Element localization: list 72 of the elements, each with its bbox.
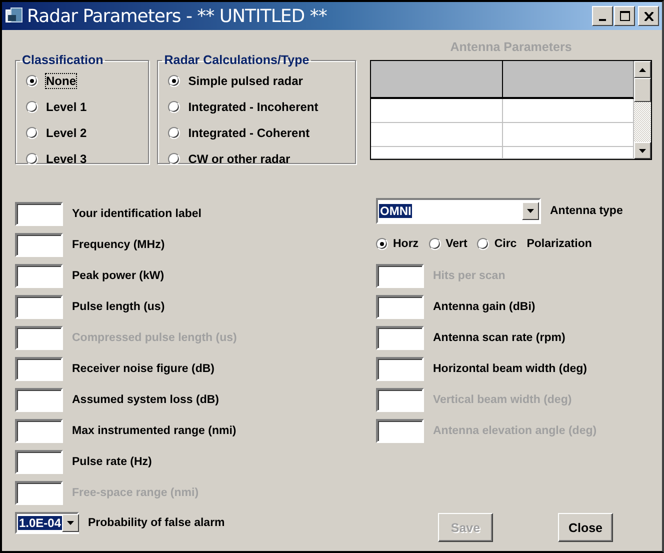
input-field[interactable] bbox=[376, 356, 424, 380]
maximize-icon bbox=[620, 11, 630, 21]
radio-button[interactable] bbox=[168, 127, 180, 139]
minimize-icon bbox=[599, 18, 606, 20]
radio-label[interactable]: Horz bbox=[393, 238, 419, 250]
field-label: Receiver noise figure (dB) bbox=[72, 362, 215, 374]
input-field[interactable] bbox=[376, 294, 424, 318]
field-label: Pulse rate (Hz) bbox=[72, 456, 152, 468]
field-label: Antenna scan rate (rpm) bbox=[433, 332, 566, 344]
radio-button[interactable] bbox=[477, 238, 490, 250]
radio-button[interactable] bbox=[26, 75, 38, 87]
false-alarm-dropdown[interactable]: 1.0E-04 bbox=[15, 512, 79, 534]
scroll-up-button[interactable] bbox=[634, 61, 651, 78]
radio-label[interactable]: CW or other radar bbox=[188, 152, 290, 166]
input-field[interactable] bbox=[15, 294, 63, 318]
scrollbar[interactable] bbox=[634, 61, 651, 159]
window-title: Radar Parameters - ** UNTITLED ** bbox=[27, 6, 328, 26]
radio-button[interactable] bbox=[26, 153, 38, 165]
dropdown-arrow-icon bbox=[67, 521, 74, 525]
radio-label[interactable]: Integrated - Coherent bbox=[188, 126, 310, 140]
input-field[interactable] bbox=[15, 388, 63, 412]
radio-label[interactable]: None bbox=[46, 74, 76, 88]
dropdown-value: OMNI bbox=[379, 204, 412, 218]
group-title: Radar Calculations/Type bbox=[163, 53, 310, 67]
input-field[interactable] bbox=[15, 264, 63, 288]
input-field[interactable] bbox=[15, 418, 63, 442]
radio-button[interactable] bbox=[428, 238, 441, 250]
radio-button[interactable] bbox=[168, 153, 180, 165]
radio-button[interactable] bbox=[26, 101, 38, 113]
radio-button[interactable] bbox=[376, 238, 388, 250]
input-field[interactable] bbox=[376, 326, 424, 350]
scroll-down-icon bbox=[639, 148, 646, 152]
input-field[interactable] bbox=[15, 232, 63, 256]
close-icon bbox=[644, 12, 654, 20]
radio-label[interactable]: Level 3 bbox=[46, 152, 87, 166]
group-title: Classification bbox=[21, 53, 104, 67]
field-label: Pulse length (us) bbox=[72, 300, 165, 312]
dropdown-button[interactable] bbox=[522, 202, 539, 220]
scroll-down-button[interactable] bbox=[634, 142, 651, 159]
dropdown-value: 1.0E-04 bbox=[18, 516, 62, 530]
field-label: Polarization bbox=[526, 238, 592, 250]
field-label: Horizontal beam width (deg) bbox=[433, 362, 587, 374]
radio-label[interactable]: Circ bbox=[494, 238, 517, 250]
close-window-button[interactable] bbox=[638, 6, 659, 26]
input-field[interactable] bbox=[15, 450, 63, 474]
radio-label[interactable]: Integrated - Incoherent bbox=[188, 100, 318, 114]
radio-label[interactable]: Level 2 bbox=[46, 126, 87, 140]
radio-label[interactable]: Vert bbox=[446, 238, 468, 250]
radio-label[interactable]: Level 1 bbox=[46, 100, 87, 114]
radio-button[interactable] bbox=[168, 75, 180, 87]
field-label: Max instrumented range (nmi) bbox=[72, 424, 236, 436]
field-label: Antenna type bbox=[550, 205, 623, 217]
dropdown-arrow-icon bbox=[527, 209, 534, 213]
maximize-button[interactable] bbox=[614, 6, 635, 26]
app-icon bbox=[5, 7, 23, 25]
input-field[interactable] bbox=[15, 202, 63, 226]
input-field[interactable] bbox=[15, 356, 63, 380]
radio-label[interactable]: Simple pulsed radar bbox=[188, 74, 303, 88]
minimize-button[interactable] bbox=[592, 6, 613, 26]
close-button[interactable]: Close bbox=[558, 513, 613, 542]
field-label: Assumed system loss (dB) bbox=[72, 394, 219, 406]
scroll-up-icon bbox=[639, 68, 646, 72]
antenna-type-dropdown[interactable]: OMNI bbox=[376, 198, 541, 224]
field-label: Antenna gain (dBi) bbox=[433, 300, 536, 312]
field-label: Peak power (kW) bbox=[72, 270, 164, 282]
field-label: Your identification label bbox=[72, 208, 202, 220]
field-label: Frequency (MHz) bbox=[72, 238, 165, 250]
scroll-thumb[interactable] bbox=[634, 78, 651, 102]
radio-button[interactable] bbox=[168, 101, 180, 113]
field-label: Probability of false alarm bbox=[88, 517, 225, 529]
dropdown-button[interactable] bbox=[62, 514, 80, 532]
radio-button[interactable] bbox=[26, 127, 38, 139]
